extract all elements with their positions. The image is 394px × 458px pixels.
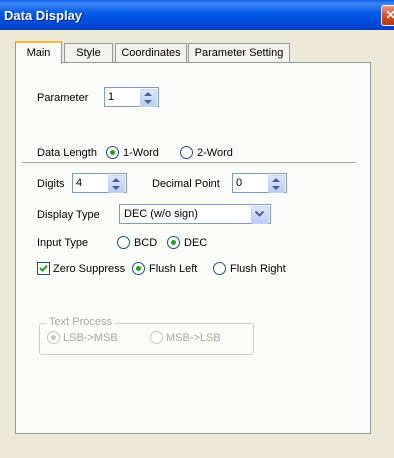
decimal-point-label: Decimal Point: [152, 178, 220, 190]
input-type-bcd-label: BCD: [134, 237, 158, 249]
zero-suppress-label: Zero Suppress: [53, 263, 126, 275]
flush-left-radio[interactable]: [132, 262, 145, 275]
flush-right-radio[interactable]: [213, 262, 226, 275]
digits-spinbox[interactable]: 4: [72, 173, 127, 193]
input-type-dec-label: DEC: [184, 237, 208, 249]
flush-left-label: Flush Left: [149, 263, 198, 275]
window-title: Data Display: [4, 8, 83, 23]
digits-value: 4: [76, 177, 83, 189]
tab-style[interactable]: Style: [64, 43, 113, 63]
tab-main[interactable]: Main: [15, 41, 62, 64]
digits-spin-button[interactable]: [108, 175, 125, 193]
digits-label: Digits: [37, 178, 65, 190]
data-length-1word-radio[interactable]: [106, 146, 119, 159]
lsb-msb-label: LSB->MSB: [63, 332, 118, 344]
parameter-value: 1: [108, 91, 115, 103]
lsb-msb-radio[interactable]: [47, 331, 60, 344]
data-length-2word-radio[interactable]: [180, 146, 193, 159]
section-divider: [22, 162, 356, 163]
data-length-label: Data Length: [37, 147, 97, 159]
tab-coordinates[interactable]: Coordinates: [115, 43, 187, 63]
checkmark-icon: [39, 264, 48, 272]
spin-arrows-icon: [272, 178, 280, 190]
tab-parameter-setting[interactable]: Parameter Setting: [188, 43, 290, 63]
input-type-dec-radio[interactable]: [167, 236, 180, 249]
display-type-label: Display Type: [37, 209, 100, 221]
decimal-point-spinbox[interactable]: 0: [232, 173, 287, 193]
chevron-down-icon: [255, 211, 264, 217]
msb-lsb-label: MSB->LSB: [166, 332, 221, 344]
data-length-1word-label: 1-Word: [123, 147, 159, 159]
data-length-2word-label: 2-Word: [197, 147, 233, 159]
zero-suppress-checkbox[interactable]: [37, 262, 50, 275]
text-process-label: Text Process: [47, 316, 114, 328]
parameter-spinbox[interactable]: 1: [104, 87, 159, 107]
title-bar: Data Display ✕: [0, 0, 394, 30]
parameter-spin-button[interactable]: [140, 89, 157, 107]
input-type-bcd-radio[interactable]: [117, 236, 130, 249]
close-icon: ✕: [385, 8, 394, 22]
dropdown-button[interactable]: [251, 206, 269, 224]
parameter-label: Parameter: [37, 92, 89, 104]
msb-lsb-radio[interactable]: [150, 331, 163, 344]
flush-right-label: Flush Right: [230, 263, 286, 275]
data-display-dialog: Data Display ✕ Main Style Coordinates Pa…: [0, 0, 394, 458]
display-type-dropdown[interactable]: DEC (w/o sign): [119, 204, 271, 224]
spin-arrows-icon: [112, 178, 120, 190]
decimal-point-spin-button[interactable]: [268, 175, 285, 193]
spin-arrows-icon: [144, 92, 152, 104]
close-button[interactable]: ✕: [381, 5, 394, 26]
input-type-label: Input Type: [37, 237, 89, 249]
decimal-point-value: 0: [236, 177, 243, 189]
display-type-value: DEC (w/o sign): [124, 208, 198, 220]
